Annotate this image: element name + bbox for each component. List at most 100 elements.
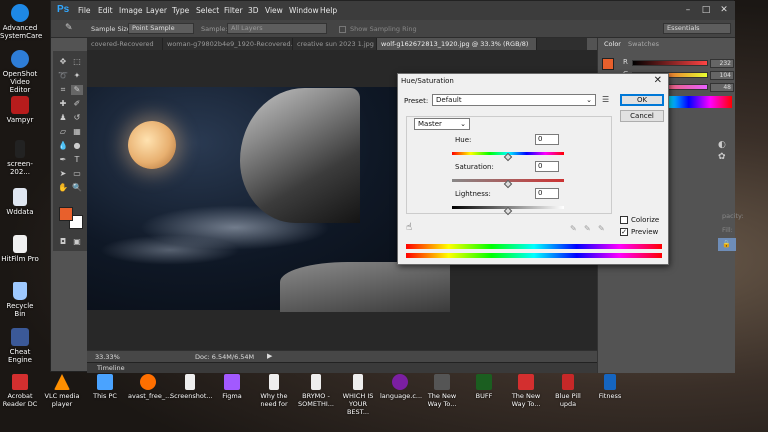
lightness-input[interactable]: 0 — [535, 188, 559, 199]
tab-wolf[interactable]: wolf-g162672813_1920.jpg @ 33.3% (RGB/8) — [377, 38, 537, 50]
tab-creative-sun[interactable]: creative sun 2023 1.jpg — [293, 38, 377, 50]
sample-select[interactable]: All Layers — [227, 23, 327, 34]
eyedropper-icon[interactable]: ✎ — [71, 85, 83, 95]
desktop-icon-why-the-need[interactable]: Why the need for — [254, 372, 294, 408]
eyedropper-tool-icon[interactable]: ✎ — [65, 23, 73, 33]
close-button[interactable]: ✕ — [717, 4, 731, 16]
desktop-icon-recycle-bin[interactable]: Recycle Bin — [0, 282, 40, 318]
desktop-icon-vlc[interactable]: VLC media player — [42, 372, 82, 408]
desktop-icon-vampyr[interactable]: Vampyr — [0, 96, 40, 124]
dialog-close-icon[interactable]: ✕ — [654, 75, 662, 86]
marquee-tool-icon[interactable]: ⬚ — [71, 57, 83, 67]
eyedropper-plus-icon[interactable]: ✎ — [584, 224, 591, 233]
eyedropper-minus-icon[interactable]: ✎ — [598, 224, 605, 233]
menu-image[interactable]: Image — [119, 6, 143, 15]
desktop-icon-advanced-systemcare[interactable]: Advanced SystemCare — [0, 4, 42, 40]
desktop-icon-language[interactable]: language.c... — [380, 372, 422, 400]
pen-tool-icon[interactable]: ✒ — [57, 155, 69, 165]
sample-size-select[interactable]: Point Sample — [128, 23, 194, 34]
menu-edit[interactable]: Edit — [98, 6, 113, 15]
workspace-select[interactable]: Essentials — [663, 23, 731, 34]
eyedropper-icon[interactable]: ✎ — [570, 224, 577, 233]
zoom-tool-icon[interactable]: 🔍 — [71, 183, 83, 193]
desktop-icon-acrobat[interactable]: Acrobat Reader DC — [0, 372, 40, 408]
blur-tool-icon[interactable]: 💧 — [57, 141, 69, 151]
menu-type[interactable]: Type — [172, 6, 189, 15]
quick-mask-icon[interactable]: ◘ — [57, 237, 69, 247]
targeted-adjustment-hand-icon[interactable]: ☝ — [406, 222, 412, 233]
desktop-icon-wddata[interactable]: Wddata — [0, 188, 40, 216]
chevron-down-icon: ⌄ — [460, 120, 466, 128]
menu-layer[interactable]: Layer — [146, 6, 167, 15]
move-tool-icon[interactable]: ✥ — [57, 57, 69, 67]
crop-tool-icon[interactable]: ⌗ — [57, 85, 69, 95]
hue-input[interactable]: 0 — [535, 134, 559, 145]
desktop-icon-screen[interactable]: screen-202... — [0, 140, 40, 176]
lasso-tool-icon[interactable]: ➰ — [57, 71, 69, 81]
minimize-button[interactable]: – — [681, 4, 695, 16]
desktop-icon-hitfilm[interactable]: HitFilm Pro — [0, 235, 40, 263]
dodge-tool-icon[interactable]: ● — [71, 141, 83, 151]
preset-options-icon[interactable]: ☰ — [602, 95, 609, 104]
show-ring-checkbox[interactable] — [339, 26, 346, 33]
ok-button[interactable]: OK — [620, 94, 664, 106]
menu-window[interactable]: Window — [289, 6, 319, 15]
saturation-input[interactable]: 0 — [535, 161, 559, 172]
channel-select[interactable]: Master ⌄ — [414, 118, 470, 130]
history-brush-icon[interactable]: ↺ — [71, 113, 83, 123]
desktop-icon-buff[interactable]: BUFF — [464, 372, 504, 400]
b-value[interactable]: 48 — [710, 83, 734, 92]
channel-mixer-icon[interactable]: ✿ — [718, 152, 726, 162]
desktop-icon-openshot[interactable]: OpenShot Video Editor — [0, 50, 40, 94]
quick-select-tool-icon[interactable]: ✦ — [71, 71, 83, 81]
panel-foreground-swatch[interactable] — [602, 58, 614, 70]
preset-select[interactable]: Default ⌄ — [432, 94, 596, 106]
r-slider[interactable] — [632, 60, 708, 66]
path-select-icon[interactable]: ➤ — [57, 169, 69, 179]
gradient-tool-icon[interactable]: ▦ — [71, 127, 83, 137]
file-icon — [269, 374, 279, 390]
options-bar: ✎ Sample Size: Point Sample Sample: All … — [51, 20, 735, 38]
desktop-icon-fitness[interactable]: Fitness — [590, 372, 630, 400]
tab-woman[interactable]: woman-g79802b4e9_1920-Recovered.jpg — [163, 38, 293, 50]
healing-tool-icon[interactable]: ✚ — [57, 99, 69, 109]
shape-tool-icon[interactable]: ▭ — [71, 169, 83, 179]
stamp-tool-icon[interactable]: ♟ — [57, 113, 69, 123]
menu-select[interactable]: Select — [196, 6, 219, 15]
foreground-color-swatch[interactable] — [59, 207, 73, 221]
r-value[interactable]: 232 — [710, 59, 734, 68]
maximize-button[interactable]: □ — [699, 4, 713, 16]
desktop-icon-screenshot[interactable]: Screenshot... — [170, 372, 213, 400]
tab-color[interactable]: Color — [600, 38, 625, 50]
fill-label: Fill: — [722, 226, 733, 234]
desktop-icon-avast[interactable]: avast_free_... — [128, 372, 171, 400]
menu-3d[interactable]: 3D — [248, 6, 259, 15]
desktop-icon-blue-pill[interactable]: Blue Pill upda — [548, 372, 588, 408]
tab-swatches[interactable]: Swatches — [624, 38, 663, 50]
desktop-icon-new-way-2[interactable]: The New Way To... — [506, 372, 546, 408]
hand-tool-icon[interactable]: ✋ — [57, 183, 69, 193]
menu-help[interactable]: Help — [320, 6, 337, 15]
eraser-tool-icon[interactable]: ▱ — [57, 127, 69, 137]
menu-view[interactable]: View — [265, 6, 283, 15]
brush-tool-icon[interactable]: ✐ — [71, 99, 83, 109]
menu-filter[interactable]: Filter — [224, 6, 243, 15]
desktop-icon-this-pc[interactable]: This PC — [85, 372, 125, 400]
status-menu-arrow-icon[interactable]: ▶ — [267, 352, 272, 360]
menu-file[interactable]: File — [78, 6, 91, 15]
preview-checkbox[interactable]: ✓ — [620, 228, 628, 236]
zoom-level[interactable]: 33.33% — [95, 353, 120, 361]
desktop-icon-figma[interactable]: Figma — [212, 372, 252, 400]
screen-mode-icon[interactable]: ▣ — [71, 237, 83, 247]
adjustment-icon[interactable]: ◐ — [718, 140, 726, 150]
desktop-icon-which-is[interactable]: WHICH IS YOUR BEST... — [338, 372, 378, 416]
type-tool-icon[interactable]: T — [71, 155, 83, 165]
desktop-icon-new-way-1[interactable]: The New Way To... — [422, 372, 462, 408]
tab-covered-recovered[interactable]: covered-Recovered — [87, 38, 163, 50]
desktop-icon-cheat-engine[interactable]: Cheat Engine — [0, 328, 40, 364]
cancel-button[interactable]: Cancel — [620, 110, 664, 122]
g-value[interactable]: 104 — [710, 71, 734, 80]
timeline-tab[interactable]: Timeline — [97, 364, 125, 372]
colorize-checkbox[interactable] — [620, 216, 628, 224]
desktop-icon-brymo[interactable]: BRYMO - SOMETHI... — [296, 372, 336, 408]
